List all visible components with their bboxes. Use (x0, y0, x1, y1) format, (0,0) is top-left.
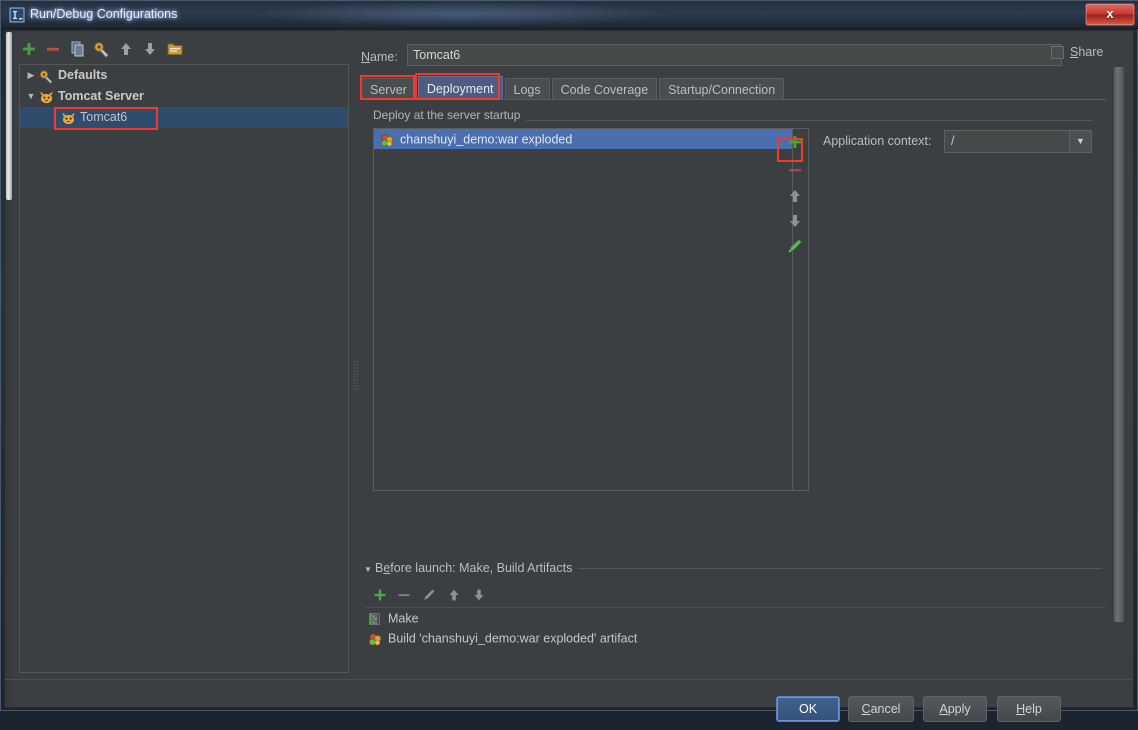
configuration-editor-panel: Name: Share ServerDeploymentLogsCode Cov… (361, 36, 1109, 675)
tomcat-icon (38, 89, 55, 105)
title-bar-glow (251, 1, 671, 27)
artifact-icon (367, 631, 384, 646)
run-debug-configurations-dialog: Run/Debug Configurations x ▶ Defaults ▼ … (0, 0, 1138, 722)
tab-deployment[interactable]: Deployment (417, 76, 503, 100)
before-launch-task[interactable]: 01 10 01 Make (365, 608, 1106, 628)
before-launch-task-label: Build 'chanshuyi_demo:war exploded' arti… (388, 631, 638, 646)
edit-artifact-button[interactable] (785, 236, 805, 256)
tab-startup-connection[interactable]: Startup/Connection (659, 78, 785, 100)
tree-item-defaults[interactable]: ▶ Defaults (20, 65, 348, 86)
move-up-button[interactable] (116, 39, 136, 59)
panel-splitter[interactable] (351, 36, 361, 675)
tree-expander-icon[interactable]: ▶ (24, 65, 38, 86)
artifact-icon (379, 132, 396, 147)
before-launch-task-list[interactable]: 01 10 01 Make Build 'chanshuyi_demo:war expl… (365, 607, 1106, 663)
tree-item-label: Tomcat6 (80, 110, 128, 125)
share-checkbox-box[interactable] (1051, 46, 1064, 59)
tree-item-label: Tomcat Server (58, 89, 144, 104)
remove-configuration-button[interactable] (43, 39, 63, 59)
tab-code-coverage[interactable]: Code Coverage (551, 78, 658, 100)
window-title: Run/Debug Configurations (30, 7, 178, 21)
before-launch-toolbar (371, 585, 571, 607)
deployment-artifacts-list[interactable]: chanshuyi_demo:war exploded (373, 128, 793, 491)
before-launch-section: ▼ Before launch: Make, Build Artifacts 0… (361, 561, 1106, 671)
deployment-list-item[interactable]: chanshuyi_demo:war exploded (374, 129, 792, 149)
wrench-icon (38, 68, 55, 84)
deployment-tab-panel: Deploy at the server startup chanshuyi_d… (361, 99, 1106, 558)
tree-item-tomcat-server[interactable]: ▼ Tomcat Server (20, 86, 348, 107)
before-launch-separator (578, 568, 1102, 569)
share-checkbox[interactable]: Share (1051, 43, 1138, 65)
share-checkbox-label: Share (1070, 45, 1104, 59)
before-launch-remove-button[interactable] (395, 586, 413, 604)
configurations-tree[interactable]: ▶ Defaults ▼ Tomcat Server Tomcat6 (19, 64, 349, 673)
dialog-content: ▶ Defaults ▼ Tomcat Server Tomcat6 Name: Sha… (4, 30, 1134, 722)
collapse-triangle-icon[interactable]: ▼ (364, 565, 372, 574)
tree-item-tomcat6[interactable]: Tomcat6 (20, 107, 348, 128)
add-artifact-button[interactable] (785, 132, 805, 152)
intellij-logo-icon (9, 7, 25, 23)
edit-defaults-button[interactable] (92, 39, 112, 59)
splitter-grip (353, 361, 358, 391)
tree-item-label: Defaults (58, 68, 108, 83)
close-window-button[interactable]: x (1085, 3, 1135, 26)
before-launch-header: Before launch: Make, Build Artifacts (375, 561, 573, 575)
dialog-vertical-scrollbar[interactable] (1113, 67, 1125, 667)
before-launch-task-label: Make (388, 611, 419, 626)
apply-button[interactable]: Apply (923, 696, 987, 722)
name-label: Name: (361, 50, 398, 64)
add-configuration-button[interactable] (19, 39, 39, 59)
configurations-toolbar (19, 36, 349, 62)
create-folder-button[interactable] (165, 39, 185, 59)
remove-artifact-button[interactable] (785, 160, 805, 180)
application-context-value: / (951, 134, 955, 148)
before-launch-move-down-button[interactable] (470, 586, 488, 604)
configuration-name-input[interactable] (407, 44, 1062, 66)
dialog-scrollbar-thumb[interactable] (1114, 67, 1124, 622)
deploy-group-title: Deploy at the server startup (373, 108, 527, 122)
move-down-button[interactable] (140, 39, 160, 59)
svg-text:01: 01 (373, 621, 377, 625)
deployment-list-toolbar (781, 128, 809, 491)
left-edge-scrollbar-thumb[interactable] (6, 32, 12, 200)
move-artifact-down-button[interactable] (785, 211, 805, 231)
copy-configuration-button[interactable] (68, 39, 88, 59)
before-launch-move-up-button[interactable] (445, 586, 463, 604)
before-launch-add-button[interactable] (371, 586, 389, 604)
configuration-tabs[interactable]: Server Deployment Logs Code Coverage Startup… (361, 76, 786, 100)
make-icon: 01 10 01 (367, 611, 384, 626)
tab-logs[interactable]: Logs (504, 78, 550, 100)
application-context-combo[interactable]: / ▼ (944, 130, 1092, 153)
before-launch-task[interactable]: Build 'chanshuyi_demo:war exploded' arti… (365, 628, 1106, 648)
tree-expander-icon[interactable]: ▼ (24, 86, 38, 107)
chevron-down-icon[interactable]: ▼ (1069, 131, 1091, 152)
deployment-item-label: chanshuyi_demo:war exploded (400, 132, 573, 147)
help-button[interactable]: Help (997, 696, 1061, 722)
application-context-label: Application context: (823, 134, 932, 148)
left-frame-strip (5, 31, 15, 707)
title-bar: Run/Debug Configurations x (1, 1, 1138, 29)
tab-server[interactable]: Server (361, 78, 416, 100)
tomcat-icon (60, 110, 77, 126)
before-launch-edit-button[interactable] (420, 586, 438, 604)
dialog-footer: OK Cancel Apply Help (5, 679, 1133, 730)
configurations-panel: ▶ Defaults ▼ Tomcat Server Tomcat6 (19, 36, 349, 675)
ok-button[interactable]: OK (776, 696, 840, 722)
cancel-button[interactable]: Cancel (848, 696, 914, 722)
move-artifact-up-button[interactable] (785, 186, 805, 206)
